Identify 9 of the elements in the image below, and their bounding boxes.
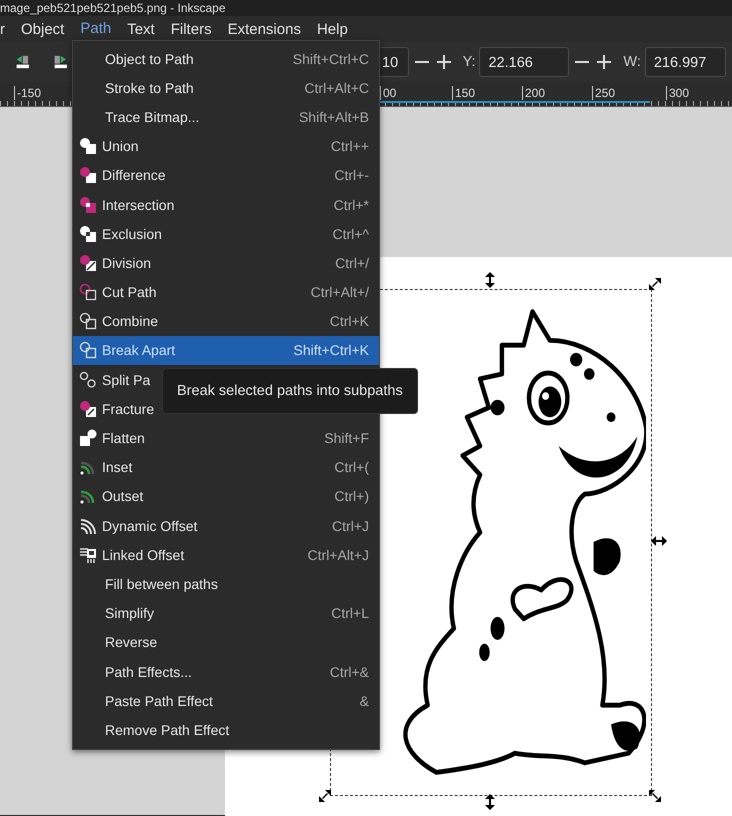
- w-label: W:: [623, 54, 641, 70]
- y-label: Y:: [462, 54, 476, 70]
- tooltip: Break selected paths into subpaths: [162, 368, 418, 414]
- ruler-label: 250: [592, 86, 616, 100]
- ruler-label: 300: [666, 86, 690, 100]
- ruler-label: 150: [452, 86, 476, 100]
- ruler-label: -150: [14, 86, 42, 100]
- ruler-label: 200: [522, 86, 546, 100]
- window-title: mage_peb521peb521peb5.png - Inkscape: [0, 1, 226, 15]
